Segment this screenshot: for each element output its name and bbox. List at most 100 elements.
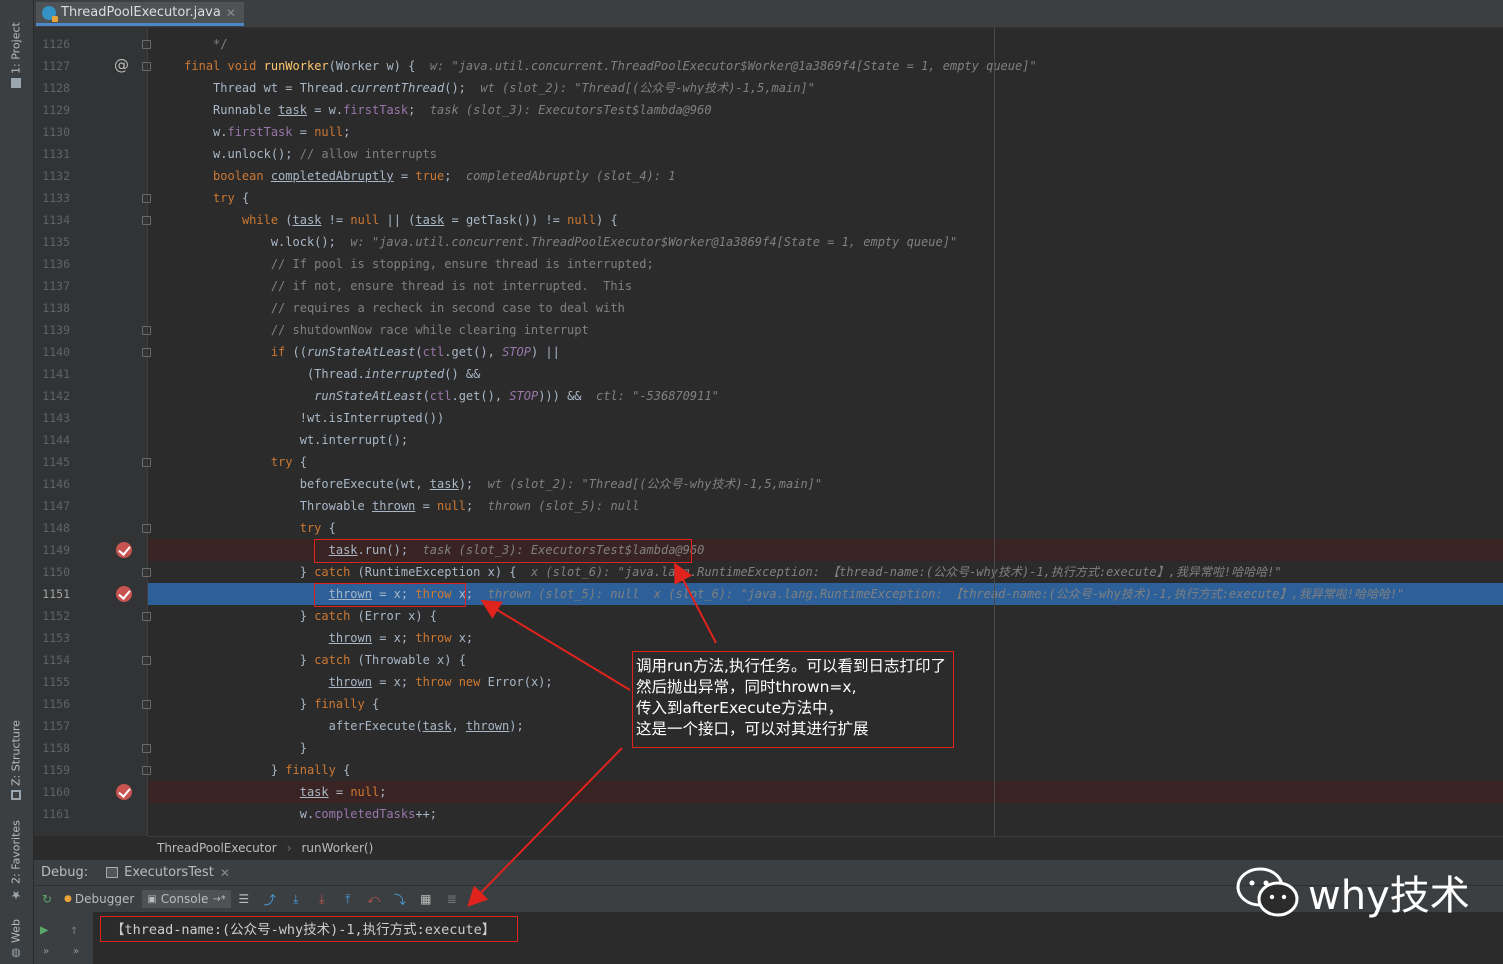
line-number[interactable]: 1155 (38, 671, 70, 693)
line-number[interactable]: 1157 (38, 715, 70, 737)
code-line[interactable]: task = null; (148, 781, 1503, 803)
code-line[interactable]: Thread wt = Thread.currentThread(); wt (… (148, 77, 1503, 99)
line-number[interactable]: 1137 (38, 275, 70, 297)
line-number[interactable]: 1128 (38, 77, 70, 99)
line-number[interactable]: 1142 (38, 385, 70, 407)
overriding-method-icon[interactable]: @ (114, 56, 129, 74)
code-line[interactable]: } catch (Error x) { (148, 605, 1503, 627)
step-out-icon[interactable]: ⤒ (338, 890, 358, 908)
line-number[interactable]: 1136 (38, 253, 70, 275)
line-number[interactable]: 1129 (38, 99, 70, 121)
up-arrow-icon[interactable]: ↑ (70, 922, 78, 938)
favorites-tool-tab[interactable]: ★ 2: Favorites (4, 812, 28, 902)
code-token: ( (422, 389, 430, 403)
line-number[interactable]: 1159 (38, 759, 70, 781)
line-number[interactable]: 1150 (38, 561, 70, 583)
line-number[interactable]: 1144 (38, 429, 70, 451)
line-number[interactable]: 1140 (38, 341, 70, 363)
rerun-icon[interactable]: ↻ (37, 890, 57, 908)
line-number[interactable]: 1156 (38, 693, 70, 715)
code-line[interactable]: runStateAtLeast(ctl.get(), STOP))) && ct… (148, 385, 1503, 407)
line-number[interactable]: 1138 (38, 297, 70, 319)
line-number[interactable]: 1146 (38, 473, 70, 495)
breakpoint-icon[interactable] (116, 542, 132, 558)
resume-icon[interactable]: ▶ (40, 922, 48, 938)
breadcrumb-class[interactable]: ThreadPoolExecutor (157, 841, 277, 855)
console-tab[interactable]: ▣ Console →* (142, 890, 231, 908)
code-line[interactable]: wt.interrupt(); (148, 429, 1503, 451)
line-number[interactable]: 1154 (38, 649, 70, 671)
line-number[interactable]: 1127 (38, 55, 70, 77)
code-line[interactable]: w.completedTasks++; (148, 803, 1503, 825)
debugger-tab[interactable]: ● Debugger (64, 892, 134, 906)
drop-frame-icon[interactable]: ⤺ (364, 890, 384, 908)
web-tool-tab[interactable]: ◍ Web (4, 910, 28, 960)
line-number[interactable]: 1143 (38, 407, 70, 429)
show-execution-point-icon[interactable]: ⤴ (260, 890, 280, 908)
code-token: firstTask (343, 103, 409, 117)
more-icon[interactable]: » (73, 946, 79, 957)
code-line[interactable]: // if not, ensure thread is not interrup… (148, 275, 1503, 297)
code-line[interactable]: beforeExecute(wt, task); wt (slot_2): "T… (148, 473, 1503, 495)
line-number[interactable]: 1152 (38, 605, 70, 627)
trace-icon[interactable]: ≣ (442, 890, 462, 908)
code-line[interactable]: Throwable thrown = null; thrown (slot_5)… (148, 495, 1503, 517)
code-line[interactable]: // shutdownNow race while clearing inter… (148, 319, 1503, 341)
line-number[interactable]: 1161 (38, 803, 70, 825)
structure-tool-tab[interactable]: Z: Structure (4, 710, 28, 800)
run-to-cursor-icon[interactable]: ⤵ (390, 890, 410, 908)
code-line[interactable]: try { (148, 517, 1503, 539)
code-line[interactable]: boolean completedAbruptly = true; comple… (148, 165, 1503, 187)
code-line[interactable]: try { (148, 187, 1503, 209)
editor-gutter[interactable]: 1126 1127 @1128 1129 1130 1131 1132 1133 1134 113… (34, 28, 151, 836)
code-line[interactable]: } catch (RuntimeException x) { x (slot_6… (148, 561, 1503, 583)
line-number[interactable]: 1139 (38, 319, 70, 341)
line-number[interactable]: 1134 (38, 209, 70, 231)
code-line[interactable]: // If pool is stopping, ensure thread is… (148, 253, 1503, 275)
line-number[interactable]: 1158 (38, 737, 70, 759)
line-number[interactable]: 1132 (38, 165, 70, 187)
line-number[interactable]: 1148 (38, 517, 70, 539)
line-number[interactable]: 1131 (38, 143, 70, 165)
step-over-icon[interactable]: ⤓ (286, 890, 306, 908)
line-number[interactable]: 1133 (38, 187, 70, 209)
line-number[interactable]: 1153 (38, 627, 70, 649)
line-number[interactable]: 1141 (38, 363, 70, 385)
line-number[interactable]: 1151 (38, 583, 70, 605)
code-line[interactable]: thrown = x; throw x; (148, 627, 1503, 649)
code-token: try (213, 191, 242, 205)
line-number[interactable]: 1130 (38, 121, 70, 143)
line-number[interactable]: 1145 (38, 451, 70, 473)
project-tool-tab[interactable]: 1: Project (4, 8, 28, 88)
more-icon[interactable]: » (43, 946, 49, 957)
code-line[interactable]: if ((runStateAtLeast(ctl.get(), STOP) || (148, 341, 1503, 363)
code-line[interactable]: while (task != null || (task = getTask()… (148, 209, 1503, 231)
line-number[interactable]: 1160 (38, 781, 70, 803)
code-line[interactable]: // requires a recheck in second case to … (148, 297, 1503, 319)
breakpoint-icon[interactable] (116, 586, 132, 602)
code-line[interactable]: (Thread.interrupted() && (148, 363, 1503, 385)
evaluate-expression-icon[interactable]: ▦ (416, 890, 436, 908)
code-line[interactable]: w.unlock(); // allow interrupts (148, 143, 1503, 165)
code-line[interactable]: final void runWorker(Worker w) { w: "jav… (148, 55, 1503, 77)
code-line[interactable]: w.firstTask = null; (148, 121, 1503, 143)
breadcrumb-method[interactable]: runWorker() (301, 841, 373, 855)
line-number[interactable]: 1149 (38, 539, 70, 561)
code-line[interactable]: */ (148, 33, 1503, 55)
code-line[interactable]: w.lock(); w: "java.util.concurrent.Threa… (148, 231, 1503, 253)
code-line[interactable]: !wt.isInterrupted()) (148, 407, 1503, 429)
debug-session-tab[interactable]: ExecutorsTest ✕ (106, 865, 230, 880)
line-number[interactable]: 1126 (38, 33, 70, 55)
line-number[interactable]: 1135 (38, 231, 70, 253)
menu-icon[interactable]: ☰ (234, 890, 254, 908)
line-number[interactable]: 1147 (38, 495, 70, 517)
code-line[interactable]: Runnable task = w.firstTask; task (slot_… (148, 99, 1503, 121)
code-line[interactable]: } finally { (148, 759, 1503, 781)
step-into-icon[interactable]: ⤓ (312, 890, 332, 908)
close-tab-icon[interactable]: ✕ (226, 6, 236, 20)
code-line[interactable]: try { (148, 451, 1503, 473)
file-tab[interactable]: ThreadPoolExecutor.java ✕ (36, 2, 244, 26)
close-session-icon[interactable]: ✕ (220, 866, 230, 880)
code-token: { (299, 455, 307, 469)
breakpoint-icon[interactable] (116, 784, 132, 800)
